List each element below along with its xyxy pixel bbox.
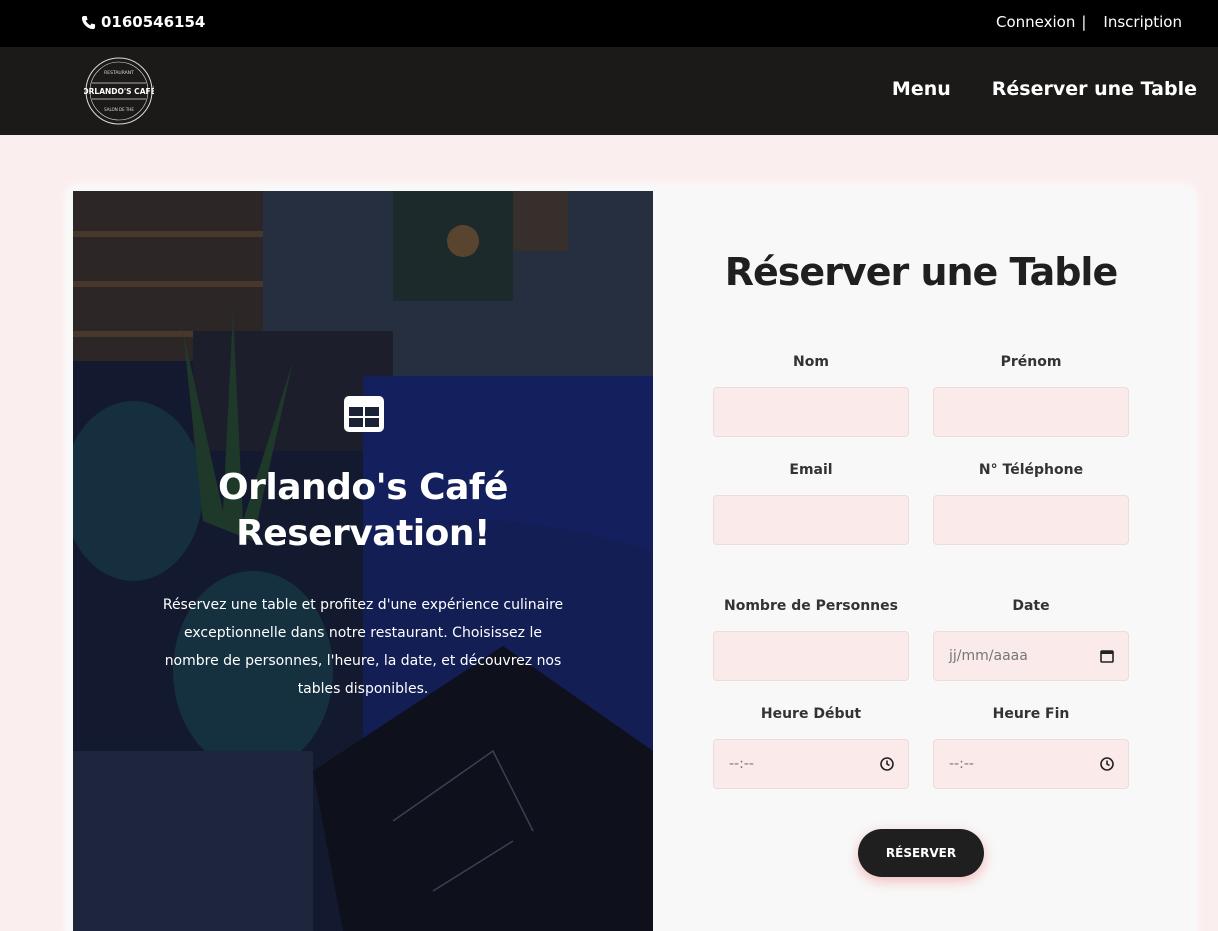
prenom-input[interactable] xyxy=(933,387,1129,437)
nom-input[interactable] xyxy=(713,387,909,437)
logo-name: ORLANDO'S CAFÉ xyxy=(84,87,154,96)
personnes-label: Nombre de Personnes xyxy=(724,598,898,614)
heure-debut-placeholder: --:-- xyxy=(729,756,754,772)
nav-reserve-table[interactable]: Réserver une Table xyxy=(992,78,1197,100)
heure-fin-label: Heure Fin xyxy=(992,706,1070,722)
heure-debut-label: Heure Début xyxy=(760,706,862,722)
login-link[interactable]: Connexion xyxy=(996,13,1075,31)
reserve-submit-button[interactable]: RÉSERVER xyxy=(858,829,984,877)
email-label: Email xyxy=(789,462,833,478)
hero-title-line2: Reservation! xyxy=(236,513,490,554)
personnes-input[interactable] xyxy=(713,631,909,681)
clock-icon[interactable] xyxy=(879,756,895,772)
table-icon xyxy=(344,396,384,432)
auth-links: Connexion | Inscription xyxy=(996,13,1182,31)
prenom-label: Prénom xyxy=(1000,354,1062,370)
heure-fin-placeholder: --:-- xyxy=(949,756,974,772)
telephone-label: N° Téléphone xyxy=(978,462,1084,478)
hero-description: Réservez une table et profitez d'une exp… xyxy=(162,597,564,697)
phone-contact[interactable]: 0160546154 xyxy=(81,13,205,31)
telephone-input[interactable] xyxy=(933,495,1129,545)
register-link[interactable]: Inscription xyxy=(1103,13,1182,31)
hero-panel: Orlando's Café Reservation! Réservez une… xyxy=(73,191,653,931)
top-bar: 0160546154 Connexion | Inscription xyxy=(0,0,1218,47)
main-navbar: RESTAURANT ORLANDO'S CAFÉ SALON DE THE M… xyxy=(0,47,1218,135)
heure-debut-input[interactable]: --:-- xyxy=(713,739,909,789)
form-title: Réserver une Table xyxy=(724,250,1118,294)
hero-title: Orlando's Café Reservation! xyxy=(73,465,653,557)
nav-menu[interactable]: Menu xyxy=(892,78,951,100)
auth-separator: | xyxy=(1081,13,1087,31)
date-label: Date xyxy=(1012,598,1050,614)
calendar-icon[interactable] xyxy=(1099,648,1115,664)
logo-top-text: RESTAURANT xyxy=(104,70,134,76)
clock-icon[interactable] xyxy=(1099,756,1115,772)
nom-label: Nom xyxy=(793,354,829,370)
heure-fin-input[interactable]: --:-- xyxy=(933,739,1129,789)
nav-links: Menu Réserver une Table xyxy=(892,78,1197,100)
date-placeholder: jj/mm/aaaa xyxy=(949,648,1028,664)
email-input[interactable] xyxy=(713,495,909,545)
phone-number: 0160546154 xyxy=(101,13,206,31)
restaurant-logo[interactable]: RESTAURANT ORLANDO'S CAFÉ SALON DE THE xyxy=(84,56,154,126)
date-input[interactable]: jj/mm/aaaa xyxy=(933,631,1129,681)
logo-bottom-text: SALON DE THE xyxy=(104,107,134,112)
hero-title-line1: Orlando's Café xyxy=(218,467,508,508)
phone-icon xyxy=(81,15,96,29)
hero-overlay xyxy=(73,191,653,931)
